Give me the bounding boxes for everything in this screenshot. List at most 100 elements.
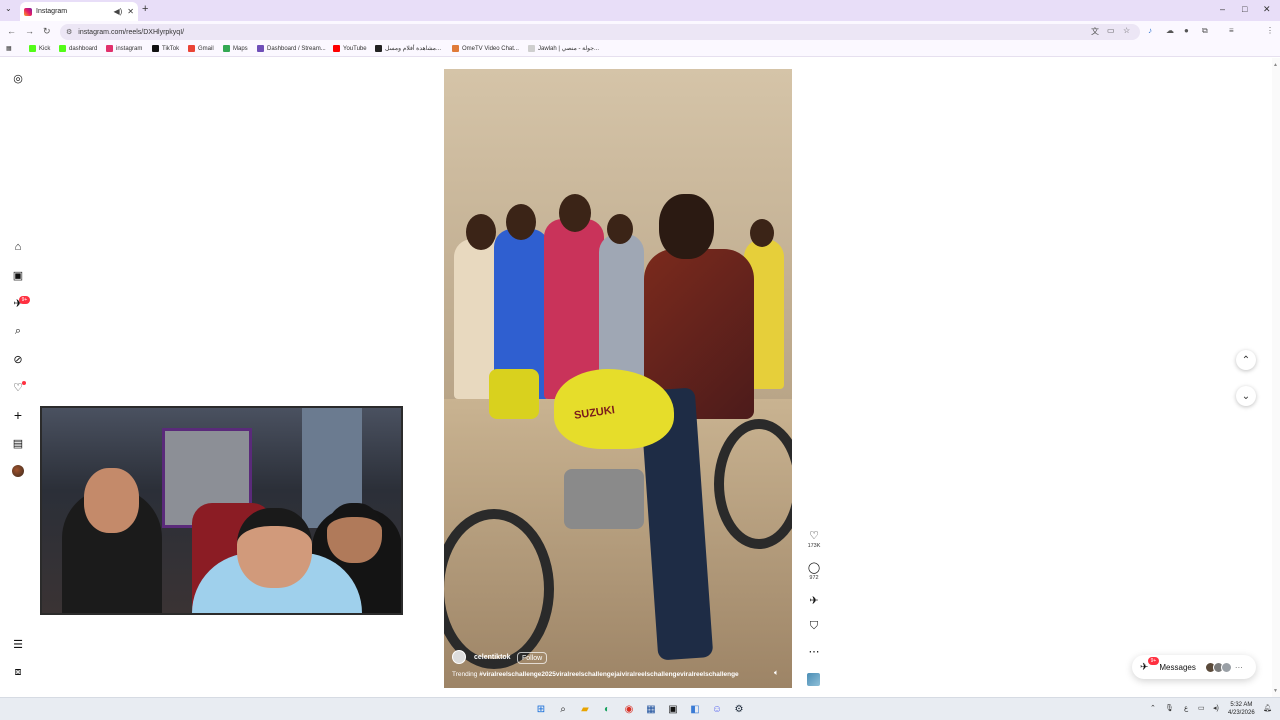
browser-tab-bar: ⌄ Instagram ◀︎) ✕ + – □ ✕ xyxy=(0,0,1280,21)
home-icon[interactable]: ⌂ xyxy=(11,240,25,254)
file-explorer-icon[interactable]: ▰ xyxy=(578,702,592,716)
bookmark-youtube[interactable]: YouTube xyxy=(333,45,367,52)
bookmark-dashboard-stream[interactable]: Dashboard / Stream... xyxy=(257,45,326,52)
steam-icon[interactable]: ⚙ xyxy=(732,702,746,716)
url-text: instagram.com/reels/DXHlyrpkyqI/ xyxy=(78,28,185,36)
reading-list-icon[interactable]: ≡ xyxy=(1229,26,1234,35)
instagram-logo-icon[interactable]: ◎ xyxy=(11,71,25,85)
more-dots-icon: ⋯ xyxy=(1234,662,1243,672)
forward-icon[interactable]: → xyxy=(25,26,34,36)
terminal-icon[interactable]: ▣ xyxy=(666,702,680,716)
next-reel-button[interactable]: ⌄ xyxy=(1236,386,1256,406)
notification-bell-icon[interactable]: 🔔︎ xyxy=(1263,704,1272,712)
windows-taskbar: ⊞ ⌕ ▰ ◐ ◉ ▦ ▣ ◧ ☺ ⚙ ⌃ 🎙︎ ع ▭ ◂) 5:32 AM … xyxy=(0,697,1280,720)
tab-title: Instagram xyxy=(36,8,68,15)
bookmark-ometv[interactable]: OmeTV Video Chat... xyxy=(452,45,519,52)
reel-caption[interactable]: Trending #viralreelschallenge2025viralre… xyxy=(452,671,739,678)
dashboard-chart-icon[interactable]: ▤ xyxy=(11,436,25,450)
volume-icon[interactable]: ◂) xyxy=(1213,704,1219,712)
bookmark-maps[interactable]: Maps xyxy=(223,45,248,52)
reload-icon[interactable]: ↻ xyxy=(43,26,51,37)
send-icon: ✈ xyxy=(809,595,819,607)
windows-start-icon[interactable]: ⊞ xyxy=(534,702,548,716)
follow-button[interactable]: Follow xyxy=(517,652,548,664)
scroll-down-arrow-icon[interactable]: ▼ xyxy=(1273,688,1278,694)
system-clock[interactable]: 5:32 AM 4/23/2026 xyxy=(1228,701,1255,717)
create-plus-icon[interactable]: + xyxy=(11,407,25,423)
language-indicator[interactable]: ع xyxy=(1184,704,1188,712)
tab-close-icon[interactable]: ✕ xyxy=(127,7,134,16)
notification-dot xyxy=(22,381,26,385)
bookmark-tiktok[interactable]: TikTok xyxy=(152,45,179,52)
address-bar[interactable]: ⚙ instagram.com/reels/DXHlyrpkyqI/ xyxy=(60,24,1140,40)
comment-button[interactable]: ◯ 972 xyxy=(804,562,824,581)
page-scrollbar[interactable]: ▲ ▼ xyxy=(1272,58,1280,697)
messages-label: Messages xyxy=(1159,662,1196,672)
clock-time: 5:32 AM xyxy=(1230,702,1253,708)
messages-pill-badge: 9+ xyxy=(1148,656,1159,665)
scroll-up-arrow-icon[interactable]: ▲ xyxy=(1273,62,1278,68)
browser-menu-icon[interactable]: ⋮ xyxy=(1266,26,1274,35)
reel-author-avatar[interactable] xyxy=(452,650,466,664)
caption-hashtags[interactable]: #viralreelschallenge2025viralreelschalle… xyxy=(479,671,738,678)
profile-avatar[interactable] xyxy=(12,465,24,477)
search-icon[interactable]: ⌕ xyxy=(11,324,25,338)
close-window-button[interactable]: ✕ xyxy=(1263,4,1271,15)
tray-overflow-icon[interactable]: ⌃ xyxy=(1150,704,1156,712)
comment-icon: ◯ xyxy=(807,562,821,574)
instagram-favicon-icon xyxy=(24,7,32,16)
chrome-icon[interactable]: ◉ xyxy=(622,702,636,716)
reels-icon[interactable]: ▣ xyxy=(11,268,25,282)
bookmark-gmail[interactable]: Gmail xyxy=(188,45,214,52)
bookmark-jawlah[interactable]: Jawlah | جولة - منصي... xyxy=(528,45,599,52)
previous-reel-button[interactable]: ⌃ xyxy=(1236,350,1256,370)
heart-icon: ♡ xyxy=(809,530,819,542)
network-icon[interactable]: ▭ xyxy=(1198,704,1205,712)
back-icon[interactable]: ← xyxy=(7,26,16,36)
apps-grid-icon[interactable]: ▦ xyxy=(6,45,12,52)
site-info-icon[interactable]: ⚙ xyxy=(66,28,72,36)
new-tab-button[interactable]: + xyxy=(142,3,148,15)
save-button[interactable]: ⛉ xyxy=(804,620,824,632)
webcam-overlay xyxy=(40,406,403,615)
extension-audio-icon[interactable]: ♪ xyxy=(1148,26,1152,35)
bookmark-dashboard[interactable]: dashboard xyxy=(59,45,97,52)
bookmark-icon: ⛉ xyxy=(809,620,819,632)
audio-thumbnail[interactable] xyxy=(807,673,820,686)
bookmark-instagram[interactable]: instagram xyxy=(106,45,142,52)
reel-username[interactable]: celentiktok xyxy=(474,654,511,661)
clock-date: 4/23/2026 xyxy=(1228,710,1255,716)
extension-cloud-icon[interactable]: ☁ xyxy=(1166,26,1174,35)
like-button[interactable]: ♡ 173K xyxy=(804,530,824,549)
explore-icon[interactable]: ⊘ xyxy=(11,352,25,366)
cast-icon[interactable]: ▭ xyxy=(1107,26,1115,35)
tab-search-chevron-icon[interactable]: ⌄ xyxy=(5,4,12,13)
maximize-button[interactable]: □ xyxy=(1242,4,1247,14)
more-menu-icon[interactable]: ☰ xyxy=(11,637,25,651)
tab-instagram[interactable]: Instagram ◀︎) ✕ xyxy=(20,2,138,21)
more-options-button[interactable]: ⋯ xyxy=(804,646,824,658)
store-icon[interactable]: ▦ xyxy=(644,702,658,716)
edge-icon[interactable]: ◐ xyxy=(600,702,614,716)
minimize-button[interactable]: – xyxy=(1220,4,1225,14)
extensions-puzzle-icon[interactable]: ⧉ xyxy=(1202,26,1208,36)
bookmark-star-icon[interactable]: ☆ xyxy=(1123,26,1130,35)
messages-pill[interactable]: ✈ 9+ Messages ⋯ xyxy=(1132,655,1256,679)
taskbar-search-icon[interactable]: ⌕ xyxy=(556,702,570,716)
bookmark-kick[interactable]: Kick xyxy=(29,45,50,52)
messages-badge: 9+ xyxy=(19,296,30,304)
also-from-meta-icon[interactable]: ⧈ xyxy=(11,665,25,679)
reel-video[interactable]: SUZUKI xyxy=(444,69,792,688)
extension-dark-icon[interactable]: ● xyxy=(1184,26,1189,35)
share-button[interactable]: ✈ xyxy=(804,595,824,607)
microphone-icon[interactable]: 🎙︎ xyxy=(1165,704,1174,712)
mute-icon[interactable]: 🔈︎ xyxy=(774,668,784,678)
chevron-up-icon: ⌃ xyxy=(1241,354,1251,366)
tab-audio-icon[interactable]: ◀︎) xyxy=(113,7,122,16)
discord-icon[interactable]: ☺ xyxy=(710,702,724,716)
comment-count: 972 xyxy=(809,575,819,581)
bookmarks-bar: ▦ Kick dashboard instagram TikTok Gmail … xyxy=(0,42,1280,57)
translate-icon[interactable]: 文 xyxy=(1091,26,1099,37)
app-blue-icon[interactable]: ◧ xyxy=(688,702,702,716)
bookmark-arabic-movies[interactable]: مشاهدة أفلام ومسل... xyxy=(375,45,441,52)
